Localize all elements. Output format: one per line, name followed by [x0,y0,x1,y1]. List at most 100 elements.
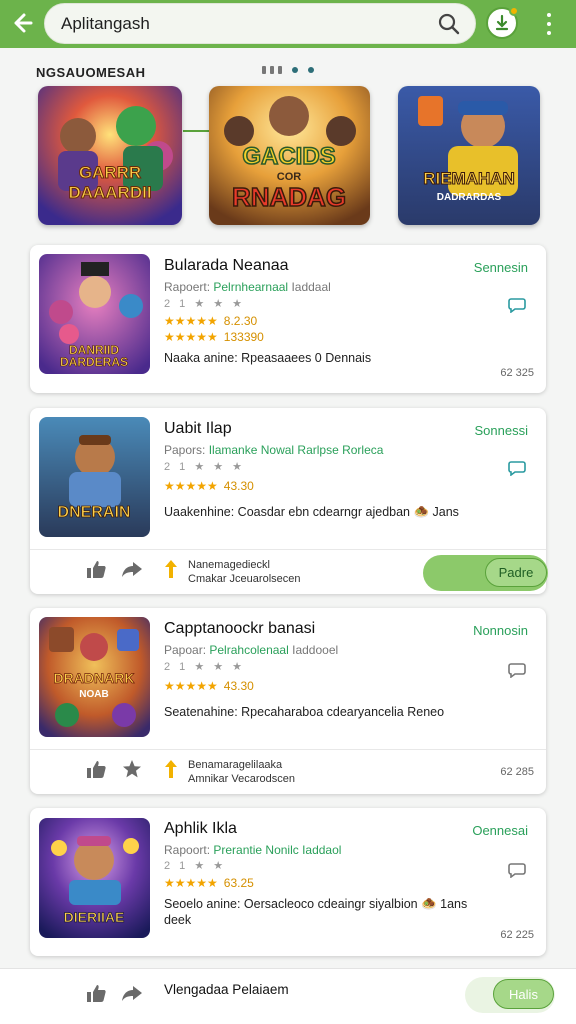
app-meta: Rapoert: Pelrnhearnaal Iaddaal [164,280,331,294]
app-description: Naaka anine: Rpeasaaees 0 Dennais [164,351,372,365]
app-card[interactable]: DRADNARK NOAB Capptanoockr banasi Papoar… [30,608,546,794]
app-thumbnail: DANRIID DARDERAS [39,254,150,374]
bottom-bar-label: Vlengadaa Pelaiaem [164,982,289,997]
developer-link[interactable]: Prerantie Nonilc Iaddaol [213,843,341,857]
back-arrow-icon[interactable] [8,8,38,38]
star-icons: ★★★★★ [164,876,218,890]
chat-bubble-icon[interactable] [508,862,526,878]
status-label: Sonnessi [474,423,528,438]
action-info: Nanemagedieckl Cmakar Jceuarolsecen [188,558,301,586]
status-label: Oennesai [472,823,528,838]
rating-value: 8.2.30 [223,314,258,328]
svg-text:RIEMAHAN: RIEMAHAN [423,169,515,188]
app-card[interactable]: DANRIID DARDERAS Bularada Neanaa Rapoert… [30,245,546,393]
share-icon[interactable] [121,983,143,1003]
status-label: Sennesin [473,260,528,275]
app-meta: Papoar: Pelrahcolenaal Iaddooel [164,643,338,657]
developer-link[interactable]: Ilamanke Nowal Rarlpse Rorleca [209,443,384,457]
carousel-indicator [262,66,314,74]
app-meta: Rapoort: Prerantie Nonilc Iaddaol [164,843,341,857]
chat-bubble-icon[interactable] [508,460,526,476]
download-count: 62 225 [500,929,534,941]
divider [30,749,546,750]
meta-prefix: Rapoort: [164,843,211,857]
app-card[interactable]: DIERIIAE Aphlik Ikla Rapoort: Prerantie … [30,808,546,956]
star-icons: ★★★★★ [164,479,218,493]
star-icons: ★★★★★ [164,679,218,693]
svg-text:DIERIIAE: DIERIIAE [64,909,125,925]
svg-text:GACIDS: GACIDS [242,143,335,170]
action-line-1: Nanemagedieckl [188,559,270,571]
star-icon[interactable] [121,759,143,779]
rating-value: 43.30 [223,679,254,693]
action-pill[interactable]: Padre [423,555,548,591]
notification-dot [509,6,519,16]
search-input[interactable]: Aplitangash [61,14,150,34]
featured-banner-2[interactable]: GACIDS COR RNADAG [209,86,370,225]
thumbs-up-icon[interactable] [85,759,107,779]
svg-text:RNADAG: RNADAG [232,182,346,212]
meta-prefix: Papoar: [164,643,207,657]
rating-stars-outline: 2 1 ★ ★ ★ [164,461,246,473]
search-bar[interactable]: Aplitangash [44,3,476,44]
app-thumbnail: DIERIIAE [39,818,150,938]
rating-count: 133390 [223,330,264,344]
download-button[interactable] [486,6,519,39]
more-vert-icon[interactable] [540,10,558,38]
action-info: Benamaragelilaaka Amnikar Vecarodscen [188,758,295,786]
app-thumbnail: DNERAIN [39,417,150,537]
chat-bubble-icon[interactable] [508,297,526,313]
bottom-action-pill[interactable]: Halis [465,977,555,1013]
star-icons: ★★★★★ [164,330,218,344]
rating-stars-outline: 2 1 ★ ★ ★ [164,661,246,673]
featured-banner-3[interactable]: RIEMAHAN DADRARDAS [398,86,540,225]
divider [30,549,546,550]
app-description: Seoelo anine: Oersacleoco cdeaingr siyal… [164,897,468,911]
search-icon[interactable] [437,12,461,36]
meta-prefix: Rapoert: [164,280,211,294]
app-title[interactable]: Aphlik Ikla [164,820,237,838]
svg-text:DARDERAS: DARDERAS [60,355,128,369]
thumbs-up-icon[interactable] [85,559,107,579]
app-title[interactable]: Uabit Ilap [164,420,232,438]
meta-prefix: Papors: [164,443,206,457]
app-card[interactable]: DNERAIN Uabit Ilap Papors: Ilamanke Nowa… [30,408,548,594]
svg-text:DAAARDII: DAAARDII [68,183,151,202]
share-icon[interactable] [121,559,143,579]
pin-icon[interactable] [160,759,182,779]
bottom-action-bar: Vlengadaa Pelaiaem Halis [0,968,576,1024]
status-label: Nonnosin [473,623,528,638]
featured-banner-1[interactable]: GARRR DAAARDII [38,86,182,225]
svg-text:DADRARDAS: DADRARDAS [437,192,502,203]
developer-link[interactable]: Pelrnhearnaal [213,280,288,294]
rating-count-row: ★★★★★ 133390 [164,330,264,344]
app-description: Seatenahine: Rpecaharaboa cdearyancelia … [164,705,445,719]
app-title[interactable]: Bularada Neanaa [164,257,289,275]
rating-stars-outline: 2 1 ★ ★ [164,860,227,872]
section-title: NGSAUOMESAH [36,65,146,80]
pin-icon[interactable] [160,559,182,579]
app-title[interactable]: Capptanoockr banasi [164,620,315,638]
svg-text:GARRR: GARRR [79,163,141,182]
action-line-1: Benamaragelilaaka [188,759,283,771]
rating-stars-outline: 2 1 ★ ★ ★ [164,298,246,310]
rating-stars: ★★★★★ 43.30 [164,479,254,493]
rating-value: 63.25 [223,876,254,890]
chat-bubble-icon[interactable] [508,662,526,678]
download-count: 62 285 [500,766,534,778]
rating-value: 43.30 [223,479,254,493]
svg-text:DRADNARK: DRADNARK [54,670,135,686]
action-button[interactable]: Padre [485,558,547,587]
meta-suffix: Iaddaal [291,280,331,294]
svg-text:NOAB: NOAB [79,689,108,700]
app-thumbnail: DRADNARK NOAB [39,617,150,737]
thumbs-up-icon[interactable] [85,983,107,1003]
download-count: 62 325 [500,367,534,379]
top-app-bar: Aplitangash [0,0,576,48]
developer-link[interactable]: Pelrahcolenaal [209,643,288,657]
bottom-action-button[interactable]: Halis [493,979,554,1009]
action-line-2: Amnikar Vecarodscen [188,773,295,785]
rating-stars: ★★★★★ 43.30 [164,679,254,693]
app-description-line-2: deek [164,913,192,927]
app-meta: Papors: Ilamanke Nowal Rarlpse Rorleca [164,443,383,457]
